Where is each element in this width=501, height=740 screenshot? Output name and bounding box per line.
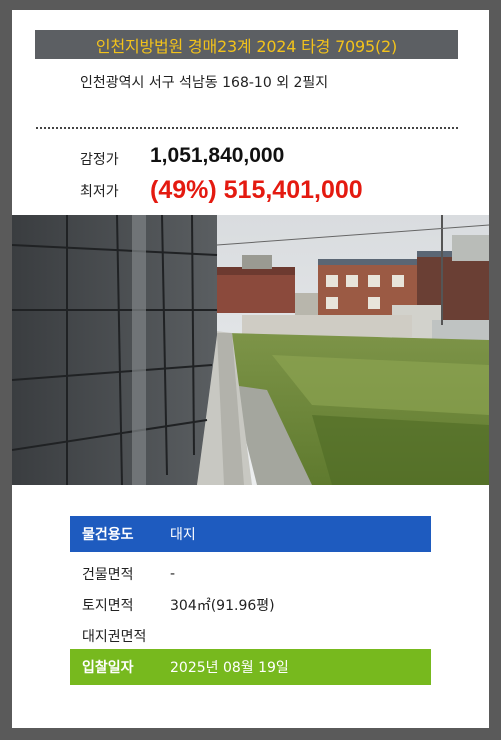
case-title-bar: 인천지방법원 경매23계 2024 타경 7095(2)	[35, 30, 458, 59]
property-use-label: 물건용도	[82, 527, 134, 543]
land-area-value: 304㎡(91.96평)	[170, 598, 275, 614]
case-title: 인천지방법원 경매23계 2024 타경 7095(2)	[95, 36, 398, 56]
building-area-row: 건물면적 -	[70, 559, 431, 589]
property-use-value: 대지	[170, 527, 196, 543]
property-address: 인천광역시 서구 석남동 168-10 외 2필지	[80, 75, 329, 91]
appraisal-label: 감정가	[80, 152, 119, 168]
min-price-value: (49%) 515,401,000	[150, 176, 363, 204]
building-area-value: -	[170, 566, 176, 582]
listing-card: 인천지방법원 경매23계 2024 타경 7095(2) 인천광역시 서구 석남…	[12, 10, 489, 728]
building-area-label: 건물면적	[82, 567, 134, 583]
land-area-row: 토지면적 304㎡(91.96평)	[70, 590, 431, 620]
dotted-divider	[36, 127, 458, 129]
min-price-label: 최저가	[80, 184, 119, 200]
land-area-label: 토지면적	[82, 598, 134, 614]
property-photo	[12, 215, 489, 485]
bid-date-value: 2025년 08월 19일	[170, 660, 289, 676]
bid-date-row: 입찰일자 2025년 08월 19일	[70, 649, 431, 685]
bid-date-label: 입찰일자	[82, 660, 134, 676]
property-use-row: 물건용도 대지	[70, 516, 431, 552]
appraisal-value: 1,051,840,000	[150, 144, 285, 167]
land-right-area-row: 대지권면적	[70, 621, 431, 651]
land-right-area-label: 대지권면적	[82, 629, 147, 645]
